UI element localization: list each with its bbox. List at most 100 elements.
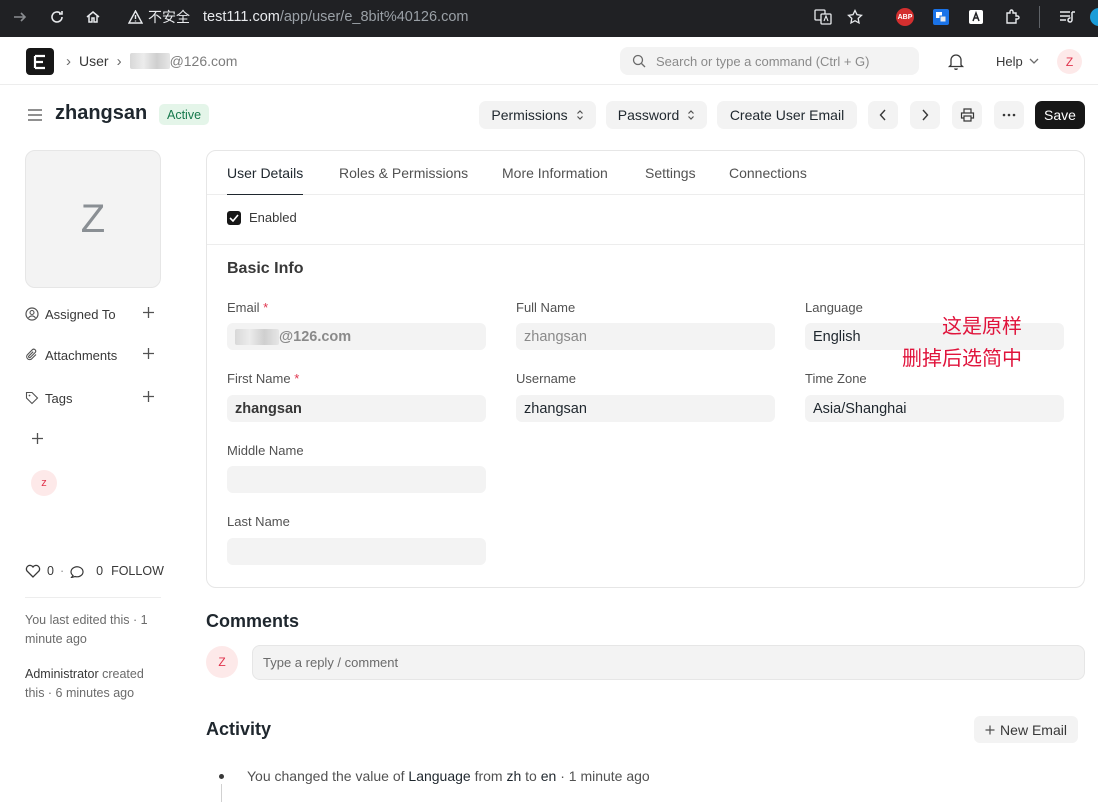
toolbar-separator (1039, 6, 1040, 28)
tag-icon (25, 391, 39, 405)
comment-icon[interactable] (70, 564, 86, 578)
save-button[interactable]: Save (1035, 101, 1085, 129)
enabled-checkbox-row[interactable]: Enabled (227, 210, 297, 225)
status-badge: Active (159, 104, 210, 125)
middle-name-label: Middle Name (227, 443, 304, 458)
tab-connections[interactable]: Connections (729, 151, 807, 195)
tags-row: Tags (25, 388, 161, 408)
profile-icon[interactable] (1088, 6, 1098, 28)
adblock-icon[interactable]: ABP (894, 6, 916, 28)
warning-icon (128, 10, 143, 24)
section-divider (207, 244, 1084, 245)
middle-name-field[interactable] (227, 466, 486, 493)
likes-comments-follow: 0 · 0 FOLLOW (25, 562, 164, 580)
url-host: test111.com (203, 9, 280, 25)
shared-user-avatar[interactable]: z (31, 470, 57, 496)
email-field[interactable]: @126.com (227, 323, 486, 350)
more-dots-icon (1002, 113, 1016, 117)
url-path: /app/user/e_8bit%40126.com (279, 9, 469, 25)
media-queue-icon[interactable] (1057, 6, 1079, 28)
paperclip-icon (26, 348, 37, 361)
home-icon[interactable] (81, 5, 105, 29)
timezone-field[interactable]: Asia/Shanghai (805, 395, 1064, 422)
printer-icon (960, 108, 974, 122)
search-bar[interactable]: Search or type a command (Ctrl + G) (620, 47, 919, 75)
breadcrumb: › User › @126.com (66, 37, 237, 85)
breadcrumb-email[interactable]: @126.com (129, 53, 237, 69)
app-logo[interactable] (26, 48, 54, 75)
likes-count: 0 (47, 564, 54, 578)
new-email-button[interactable]: New Email (974, 716, 1078, 743)
reload-icon[interactable] (45, 5, 69, 29)
created-note: Administrator created this · 6 minutes a… (25, 667, 144, 700)
activity-heading: Activity (206, 719, 272, 739)
comment-avatar: Z (206, 646, 238, 678)
redacted-block (235, 328, 279, 345)
previous-record-button[interactable] (868, 101, 898, 129)
email-label: Email * (227, 300, 269, 315)
assigned-to-row: Assigned To (25, 304, 161, 324)
chevron-updown-icon (576, 110, 583, 120)
chevron-updown-icon (688, 110, 695, 120)
last-name-label: Last Name (227, 514, 290, 529)
language-label: Language (805, 300, 863, 315)
create-user-email-button[interactable]: Create User Email (717, 101, 857, 129)
app-navbar: › User › @126.com Search or type a comma… (0, 37, 1098, 85)
bookmark-star-icon[interactable] (844, 6, 866, 28)
last-name-field[interactable] (227, 538, 486, 565)
security-indicator[interactable]: 不安全 (128, 5, 190, 29)
follow-button[interactable]: FOLLOW (111, 564, 164, 578)
notification-bell-icon[interactable] (946, 51, 966, 71)
extension-a-icon[interactable] (965, 6, 987, 28)
address-bar[interactable]: test111.com/app/user/e_8bit%40126.com (203, 5, 468, 29)
timeline-line (221, 784, 222, 802)
translate-icon[interactable] (812, 6, 834, 28)
activity-item: You changed the value of Language from z… (247, 768, 650, 784)
username-label: Username (516, 371, 576, 386)
attachments-row: Attachments (25, 345, 161, 365)
breadcrumb-user[interactable]: User (79, 53, 109, 69)
heart-icon[interactable] (25, 564, 41, 578)
add-share-icon[interactable] (31, 432, 44, 445)
extensions-puzzle-icon[interactable] (1002, 6, 1024, 28)
forward-icon[interactable] (8, 5, 32, 29)
add-assignee-icon[interactable] (142, 306, 155, 319)
print-button[interactable] (952, 101, 982, 129)
tab-settings[interactable]: Settings (645, 151, 696, 195)
add-tag-icon[interactable] (142, 390, 155, 403)
form-tabs: User Details Roles & Permissions More In… (207, 151, 1084, 195)
chevron-left-icon (879, 109, 886, 121)
enabled-checkbox[interactable] (227, 210, 241, 225)
profile-image-placeholder[interactable]: Z (25, 150, 161, 288)
chevron-right-icon: › (66, 52, 71, 70)
chevron-right-icon: › (116, 52, 122, 70)
tab-roles-permissions[interactable]: Roles & Permissions (339, 151, 468, 195)
password-button[interactable]: Password (606, 101, 707, 129)
username-field[interactable]: zhangsan (516, 395, 775, 422)
first-name-label: First Name * (227, 371, 300, 386)
comment-input[interactable]: Type a reply / comment (252, 645, 1085, 680)
tab-user-details[interactable]: User Details (227, 151, 304, 195)
full-name-field: zhangsan (516, 323, 775, 350)
help-label: Help (996, 53, 1023, 69)
user-avatar[interactable]: Z (1057, 49, 1082, 74)
add-attachment-icon[interactable] (142, 347, 155, 360)
timezone-label: Time Zone (805, 371, 867, 386)
tab-more-information[interactable]: More Information (502, 151, 608, 195)
sidebar-toggle-icon[interactable] (26, 106, 44, 124)
help-dropdown[interactable]: Help (996, 37, 1039, 85)
screenshot-annotation: 这是原样 删掉后选简中 (902, 314, 1022, 370)
more-actions-button[interactable] (994, 101, 1024, 129)
enabled-label: Enabled (249, 210, 297, 225)
plus-icon (985, 725, 995, 734)
page-title: zhangsan (55, 102, 148, 124)
timeline-dot (219, 774, 224, 779)
full-name-label: Full Name (516, 300, 576, 315)
next-record-button[interactable] (910, 101, 940, 129)
permissions-button[interactable]: Permissions (479, 101, 596, 129)
separator-dot: · (59, 564, 65, 578)
first-name-field[interactable]: zhangsan (227, 395, 486, 422)
user-assign-icon (25, 307, 39, 321)
extension-shield-icon[interactable] (930, 6, 952, 28)
checkmark-icon (229, 213, 239, 222)
